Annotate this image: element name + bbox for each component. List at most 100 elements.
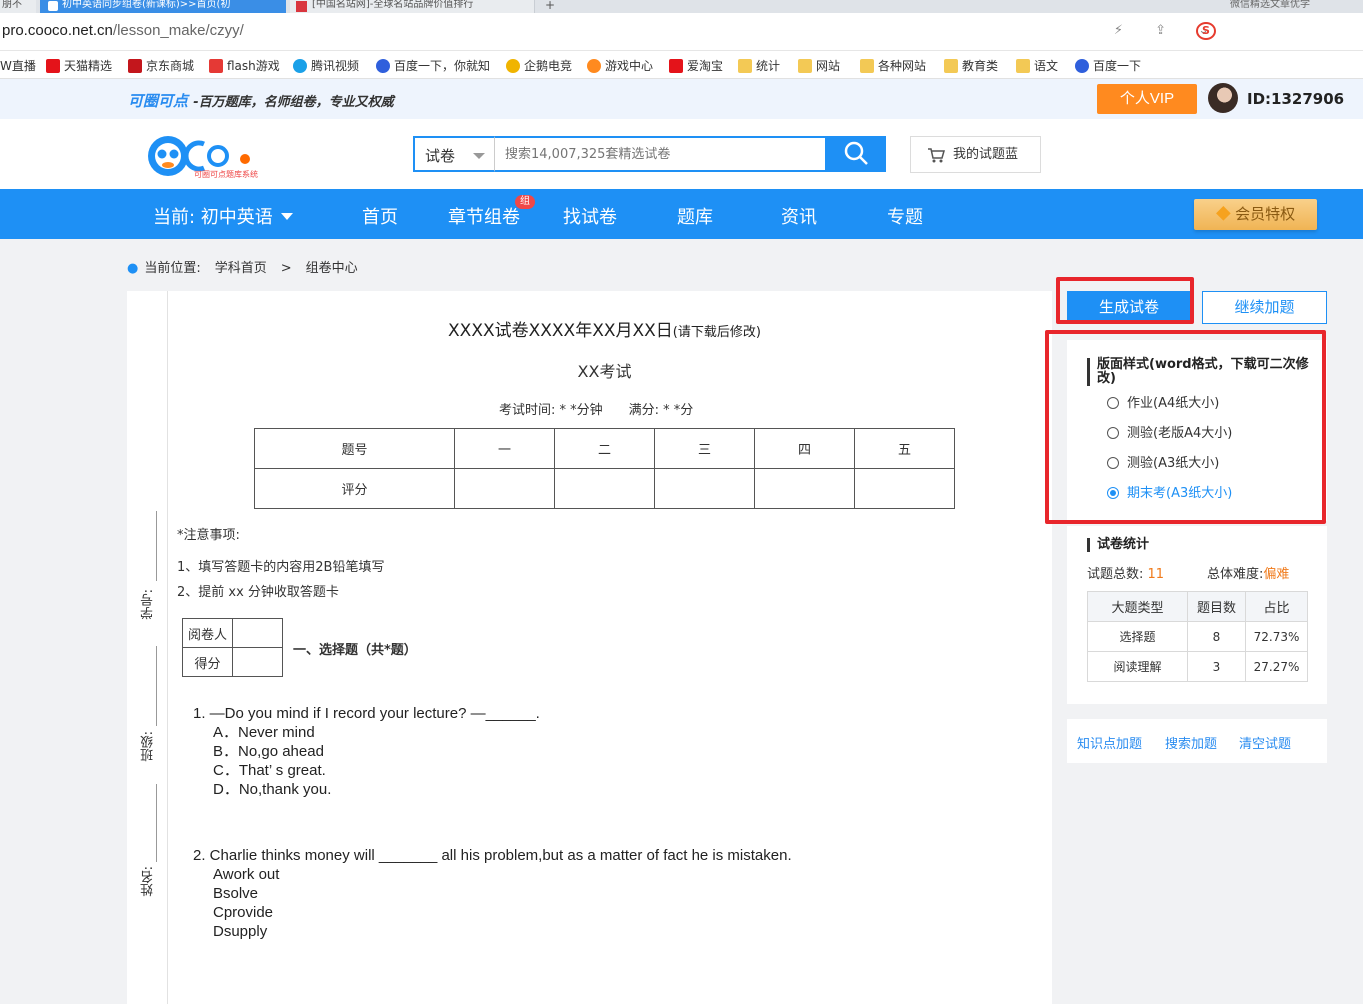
search-icon — [844, 141, 868, 165]
main-nav: 当前: 初中英语 首页 章节组卷 找试卷 题库 资讯 专题 — [0, 189, 1363, 239]
clear-questions-link[interactable]: 清空试题 — [1239, 733, 1291, 752]
nav-badge: 组 — [515, 195, 535, 209]
bookmark-item[interactable]: 爱淘宝 — [669, 57, 723, 74]
diamond-icon: ◆ — [1215, 206, 1231, 223]
paper-preview: 学号: 班级: 姓名: XXXX试卷XXXX年XX月XX日(请下载后修改) XX… — [127, 291, 1052, 1004]
search-button[interactable] — [826, 136, 886, 172]
class-label: 班级: — [141, 731, 156, 762]
logo-caption: 可圈可点题库系统 — [194, 170, 258, 179]
question-option: Awork out — [213, 866, 280, 883]
exam-title: XXXX试卷XXXX年XX月XX日(请下载后修改) — [448, 321, 761, 341]
cart-icon — [928, 148, 945, 163]
nav-item-topics[interactable]: 专题 — [887, 203, 923, 229]
bookmark-item[interactable]: W直播 — [0, 57, 36, 74]
bookmark-folder[interactable]: 统计 — [738, 57, 780, 74]
bookmark-item[interactable]: 天猫精选 — [46, 57, 112, 74]
question-option: Cprovide — [213, 904, 274, 921]
stats-table: 大题类型 题目数 占比 选择题 8 72.73% 阅读理解 3 27.27% — [1087, 591, 1308, 682]
bookmark-item[interactable]: 百度一下，你就知 — [376, 57, 490, 74]
brand-name: 可圈可点 — [128, 92, 189, 110]
knowledge-add-link[interactable]: 知识点加题 — [1077, 733, 1142, 752]
question-stem: 1. —Do you mind if I record your lecture… — [193, 705, 540, 722]
bookmark-item[interactable]: 企鹅电竞 — [506, 57, 572, 74]
personal-vip-button[interactable]: 个人VIP — [1097, 84, 1197, 114]
breadcrumb-link[interactable]: 学科首页 — [215, 261, 267, 276]
baidu-paw-icon — [376, 59, 390, 73]
bookmark-item[interactable]: 百度一下 — [1075, 57, 1141, 74]
bookmark-folder[interactable]: 语文 — [1016, 57, 1058, 74]
add-question-links: 知识点加题 搜索加题 清空试题 — [1067, 719, 1327, 763]
question-basket-button[interactable]: 我的试题蓝 — [910, 136, 1041, 173]
table-row: 选择题 8 72.73% — [1087, 621, 1308, 652]
nav-item-find-paper[interactable]: 找试卷 — [563, 203, 617, 229]
notes-title: *注意事项: — [177, 528, 240, 543]
question-item[interactable]: 1. —Do you mind if I record your lecture… — [193, 704, 540, 799]
question-option: Dsupply — [213, 923, 268, 940]
browser-tab-active[interactable]: 初中英语同步组卷(新课标)>>首页(初 — [40, 0, 286, 13]
table-row: 评分 — [254, 468, 955, 509]
section-title: 一、选择题（共*题） — [293, 643, 417, 658]
student-number-label: 学号: — [141, 589, 156, 620]
bookmark-item[interactable]: 腾讯视频 — [293, 57, 359, 74]
table-row: 题号 一 二 三 四 五 — [254, 428, 955, 469]
bookmarks-bar: W直播 天猫精选 京东商城 flash游戏 腾讯视频 百度一下，你就知 企鹅电竞… — [0, 51, 1363, 79]
location-pin-icon: ● — [127, 261, 139, 276]
stats-title: 试卷统计 — [1087, 538, 1149, 552]
highlight-box — [1045, 330, 1326, 524]
cooco-logo[interactable]: 可圈可点题库系统 — [146, 132, 271, 182]
chevron-down-icon — [473, 153, 485, 159]
question-item[interactable]: 2. Charlie thinks money will _______ all… — [193, 846, 792, 941]
question-option: C．That’ s great. — [213, 762, 326, 779]
bookmark-folder[interactable]: 网站 — [798, 57, 840, 74]
question-option: B．No,go ahead — [213, 743, 324, 760]
slogan-text: -百万题库，名师组卷，专业又权威 — [193, 95, 394, 110]
browser-tab-strip: 朋不 初中英语同步组卷(新课标)>>首页(初 [中国名站网]-全球名站品牌价值排… — [0, 0, 1363, 13]
bookmark-item[interactable]: 游戏中心 — [587, 57, 653, 74]
binding-line — [156, 646, 157, 726]
bookmark-item[interactable]: 京东商城 — [128, 57, 194, 74]
nav-item-chapter[interactable]: 章节组卷 — [448, 203, 520, 229]
brand-slogan[interactable]: 可圈可点 -百万题库，名师组卷，专业又权威 — [128, 90, 394, 111]
overall-difficulty: 总体难度:偏难 — [1207, 567, 1290, 582]
binding-margin: 学号: 班级: 姓名: — [127, 291, 168, 1004]
taobao-icon — [669, 59, 683, 73]
nav-item-home[interactable]: 首页 — [362, 203, 398, 229]
question-option: Bsolve — [213, 885, 259, 902]
browser-tab[interactable]: [中国名站网]-全球名站品牌价值排行 — [290, 0, 535, 13]
highlight-box — [1056, 277, 1194, 324]
flash-game-icon — [209, 59, 223, 73]
nav-item-news[interactable]: 资讯 — [781, 203, 817, 229]
subject-selector[interactable]: 当前: 初中英语 — [153, 203, 293, 229]
search-input[interactable] — [494, 136, 827, 172]
member-privilege-button[interactable]: ◆ 会员特权 — [1194, 199, 1317, 230]
address-bar[interactable]: pro.cooco.net.cn/lesson_make/czyy/ ⚡ ⇪ ⌄… — [0, 13, 1363, 51]
search-type-select[interactable]: 试卷 — [413, 136, 495, 172]
site-header: 可圈可点题库系统 试卷 我的试题蓝 — [0, 119, 1363, 189]
search-add-link[interactable]: 搜索加题 — [1165, 733, 1217, 752]
breadcrumb-current[interactable]: 组卷中心 — [306, 261, 358, 276]
chevron-down-icon — [280, 213, 293, 220]
exam-time-line: 考试时间: * *分钟 满分: * *分 — [499, 403, 694, 418]
continue-add-button[interactable]: 继续加题 — [1202, 291, 1327, 324]
browser-tab[interactable]: 朋不 — [0, 0, 36, 13]
table-row: 阅卷人 — [182, 618, 283, 648]
stats-panel: 试卷统计 试题总数: 11 总体难度:偏难 大题类型 题目数 占比 选择题 8 … — [1067, 526, 1327, 704]
avatar[interactable] — [1208, 83, 1238, 113]
breadcrumb-separator: > — [280, 261, 292, 276]
game-center-icon — [587, 59, 601, 73]
binding-line — [156, 784, 157, 862]
search-type-value: 试卷 — [425, 147, 456, 165]
breadcrumb: ● 当前位置: 学科首页 > 组卷中心 — [127, 261, 358, 276]
note-item: 1、填写答题卡的内容用2B铅笔填写 — [177, 560, 385, 575]
browser-tab[interactable]: 微信精选文章优学 — [1200, 0, 1360, 13]
new-tab-button[interactable]: + — [545, 0, 555, 12]
bookmark-folder[interactable]: 各种网站 — [860, 57, 926, 74]
question-option: A．Never mind — [213, 724, 315, 741]
url-text[interactable]: pro.cooco.net.cn/lesson_make/czyy/ — [2, 22, 244, 39]
tencent-video-icon — [293, 59, 307, 73]
nav-item-question-bank[interactable]: 题库 — [677, 203, 713, 229]
bookmark-folder[interactable]: 教育类 — [944, 57, 998, 74]
bookmark-item[interactable]: flash游戏 — [209, 57, 280, 74]
sogou-icon[interactable]: S — [1196, 22, 1216, 40]
url-path: /lesson_make/czyy/ — [112, 22, 244, 39]
